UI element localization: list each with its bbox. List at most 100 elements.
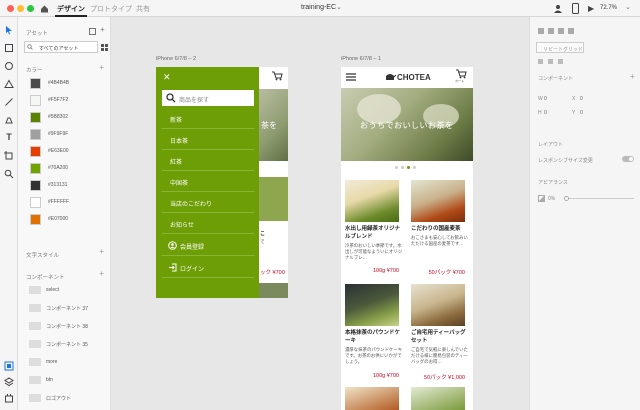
color-swatch-row[interactable]: #E07000 [26,212,104,227]
layers-icon[interactable] [4,377,14,387]
minimize-window-button[interactable] [17,5,24,12]
color-swatch-row[interactable]: #FFFFFF [26,195,104,210]
product-title: こだわりの国産麦茶 [411,226,461,232]
asset-filter-select[interactable]: すべてのアセット [24,41,98,53]
product-price: 100g ¥700 [373,268,399,274]
rectangle-tool-icon[interactable] [4,43,14,53]
select-tool-icon[interactable] [4,25,14,35]
header-peek [259,67,288,89]
component-item[interactable]: コンポーネント 35 [26,337,104,351]
component-item[interactable]: more [26,355,104,369]
menu-item[interactable]: お知らせ [162,213,254,234]
text-tool-icon[interactable]: T [4,132,14,142]
line-tool-icon[interactable] [4,97,14,107]
close-window-button[interactable] [7,5,14,12]
color-swatch [30,112,41,123]
home-icon[interactable] [40,4,49,13]
search-placeholder: 商品を探す [179,98,210,104]
menu-item[interactable]: 新茶 [162,108,254,129]
tab-design[interactable]: デザイン [55,4,87,17]
product-card[interactable]: こだわりの国産麦茶 おこさまも安心してお飲みいただける国産の麦茶です… 50パック … [411,180,469,280]
menu-item[interactable]: 紅茶 [162,150,254,171]
menu-item[interactable]: 中国茶 [162,171,254,192]
site-logo[interactable]: CHOTEA [397,73,431,82]
close-icon[interactable]: ✕ [163,72,171,83]
y-field[interactable]: 0 [580,110,583,116]
product-quantity: 100g [372,268,386,274]
ellipse-tool-icon[interactable] [4,61,14,71]
cart-label: カート [455,79,465,83]
product-card[interactable]: 本格抹茶のパウンドケーキ 濃厚な抹茶のパウンドケーキです。お茶のお供にいかがでしょ… [345,284,403,384]
x-field[interactable]: 0 [580,96,583,102]
color-swatch-row[interactable]: #70A200 [26,161,104,176]
add-component-state-icon[interactable]: + [630,72,635,81]
grid-view-icon[interactable] [101,44,108,51]
chevron-down-icon[interactable]: ⌄ [336,3,342,11]
component-item[interactable]: コンポーネント 38 [26,319,104,333]
color-swatch-row[interactable]: #4B4B4B [26,76,104,91]
component-thumbnail [29,376,41,384]
artboard-1-label[interactable]: iPhone 6/7/8 – 1 [341,56,381,62]
color-swatch [30,146,41,157]
add-character-style-icon[interactable]: + [99,248,104,256]
menu-item[interactable]: 当店のこだわり [162,192,254,213]
component-label: btn [46,377,53,383]
hero-banner[interactable]: おうちでおいしいお茶を [341,88,473,161]
product-image [411,180,465,222]
mobile-preview-icon[interactable] [572,3,579,14]
color-swatch-row[interactable]: #F5F7F2 [26,93,104,108]
product-card[interactable]: ご自宅用ティーバッグセット ご自宅で気軽に楽しんでいただける様に簡易包装のティーバ… [411,284,469,384]
play-icon[interactable]: ▶ [588,4,594,13]
add-component-icon[interactable]: + [99,270,104,278]
color-swatch-row[interactable]: #5B8302 [26,110,104,125]
menu-item-login[interactable]: ログイン [162,257,254,278]
component-item[interactable]: コンポーネント 37 [26,301,104,315]
menu-item-register[interactable]: 会員登録 [162,235,254,256]
cart-icon[interactable] [455,69,467,79]
component-item[interactable]: ロゴアウト [26,391,104,405]
library-icon[interactable] [89,28,96,35]
zoom-window-button[interactable] [27,5,34,12]
pen-tool-icon[interactable] [4,115,14,125]
zoom-level[interactable]: 72.7% [600,5,617,11]
tab-prototype[interactable]: プロトタイプ [90,4,132,14]
artboard-home[interactable]: CHOTEA カート おうちでおいしいお茶を 水出し用緑茶オリジナルブレンド 冷茶… [341,67,473,410]
component-item[interactable]: select [26,283,104,297]
assets-panel-icon[interactable] [4,361,14,371]
polygon-tool-icon[interactable] [4,79,14,89]
component-thumbnail [29,322,41,330]
carousel-dots[interactable] [395,166,419,170]
plugins-icon[interactable] [4,393,14,403]
artboard-2-label[interactable]: iPhone 6/7/8 – 2 [156,56,196,62]
search-icon [27,44,33,50]
document-title[interactable]: training-EC [301,4,336,11]
color-swatch-row[interactable]: #9F9F9F [26,127,104,142]
opacity-value[interactable]: 0% [548,196,555,202]
add-color-icon[interactable]: + [99,64,104,72]
product-price-value: ¥1,000 [448,375,465,381]
opacity-slider[interactable] [564,196,634,201]
tab-share[interactable]: 共有 [136,4,150,14]
component-item[interactable]: btn [26,373,104,387]
menu-search-input[interactable]: 商品を探す [162,90,254,106]
color-swatch-row[interactable]: #E63E00 [26,144,104,159]
color-swatch-row[interactable]: #313131 [26,178,104,193]
height-field[interactable]: 0 [544,110,547,116]
responsive-resize-toggle[interactable] [622,156,634,162]
align-icons[interactable] [538,28,588,35]
zoom-chevron-icon[interactable]: ⌄ [625,3,631,11]
boolean-ops-icons[interactable] [538,59,578,65]
width-field[interactable]: 0 [544,96,547,102]
repeat-grid-button[interactable]: リピートグリッド [536,42,584,53]
artboard-tool-icon[interactable] [4,151,14,161]
product-card[interactable]: 水出し用緑茶オリジナルブレンド 冷茶のおいしい季節です。水出しが可能なよういにオリ… [345,180,403,280]
user-icon[interactable] [553,4,563,13]
component-thumbnail [29,394,41,402]
hamburger-icon[interactable] [346,73,356,81]
artboard-menu-open[interactable]: 茶を こ で ック ¥700 ✕ 商品を探す 新茶 日本茶 紅茶 中国茶 当店のこだわり… [156,67,288,298]
product-price-value: ¥700 [386,373,399,379]
add-asset-icon[interactable]: + [100,25,105,34]
zoom-tool-icon[interactable] [4,169,14,179]
product-price: 100g ¥700 [373,373,399,379]
menu-item[interactable]: 日本茶 [162,129,254,150]
